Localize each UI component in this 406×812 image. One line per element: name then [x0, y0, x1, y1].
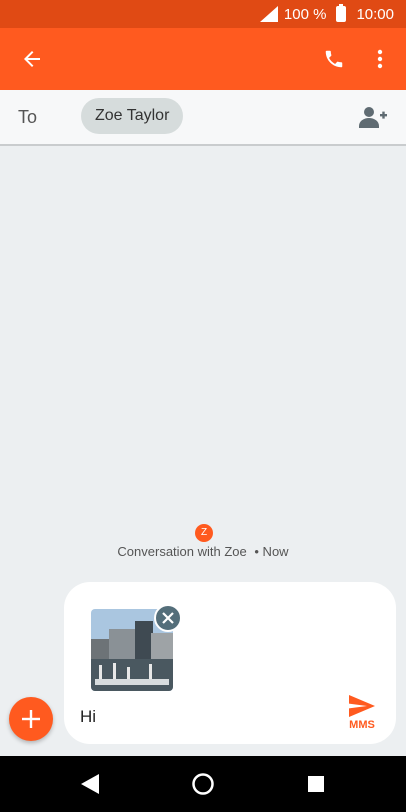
send-label: MMS	[349, 719, 375, 731]
more-options-button[interactable]	[358, 28, 402, 90]
message-input[interactable]: Hi	[80, 707, 96, 727]
recipient-chip[interactable]: Zoe Taylor	[81, 98, 184, 134]
battery-icon	[336, 4, 347, 22]
conversation-time: • Now	[254, 544, 289, 559]
back-arrow-icon	[24, 51, 40, 67]
conversation-info: Conversation with Zoe • Now	[0, 544, 406, 559]
home-circle-icon	[192, 773, 214, 795]
battery-percent: 100 %	[283, 5, 327, 23]
add-person-icon	[359, 107, 387, 128]
phone-icon	[325, 50, 343, 68]
navigation-bar	[0, 756, 406, 812]
add-contact-button[interactable]	[358, 104, 388, 130]
send-button[interactable]: MMS	[342, 695, 382, 741]
status-bar: 100 % 10:00	[0, 0, 406, 28]
contact-avatar: Z	[195, 524, 213, 542]
conversation-label: Conversation with Zoe	[117, 544, 247, 559]
to-label: To	[18, 107, 38, 127]
nav-home-button[interactable]	[173, 756, 233, 812]
send-icon	[349, 695, 375, 717]
remove-attachment-button[interactable]	[154, 604, 182, 632]
add-attachment-button[interactable]	[9, 697, 53, 741]
back-button[interactable]	[10, 28, 54, 90]
message-composer: Hi MMS	[64, 582, 396, 744]
nav-recents-button[interactable]	[286, 756, 346, 812]
recents-square-icon	[308, 776, 324, 792]
more-vert-icon	[377, 49, 383, 69]
call-button[interactable]	[312, 28, 356, 90]
back-triangle-icon	[81, 774, 99, 794]
close-icon	[162, 612, 174, 624]
signal-icon	[259, 6, 278, 22]
nav-back-button[interactable]	[60, 756, 120, 812]
plus-icon	[22, 710, 40, 728]
status-time: 10:00	[356, 5, 394, 23]
app-bar	[0, 28, 406, 90]
recipient-bar: To Zoe Taylor	[0, 90, 406, 146]
